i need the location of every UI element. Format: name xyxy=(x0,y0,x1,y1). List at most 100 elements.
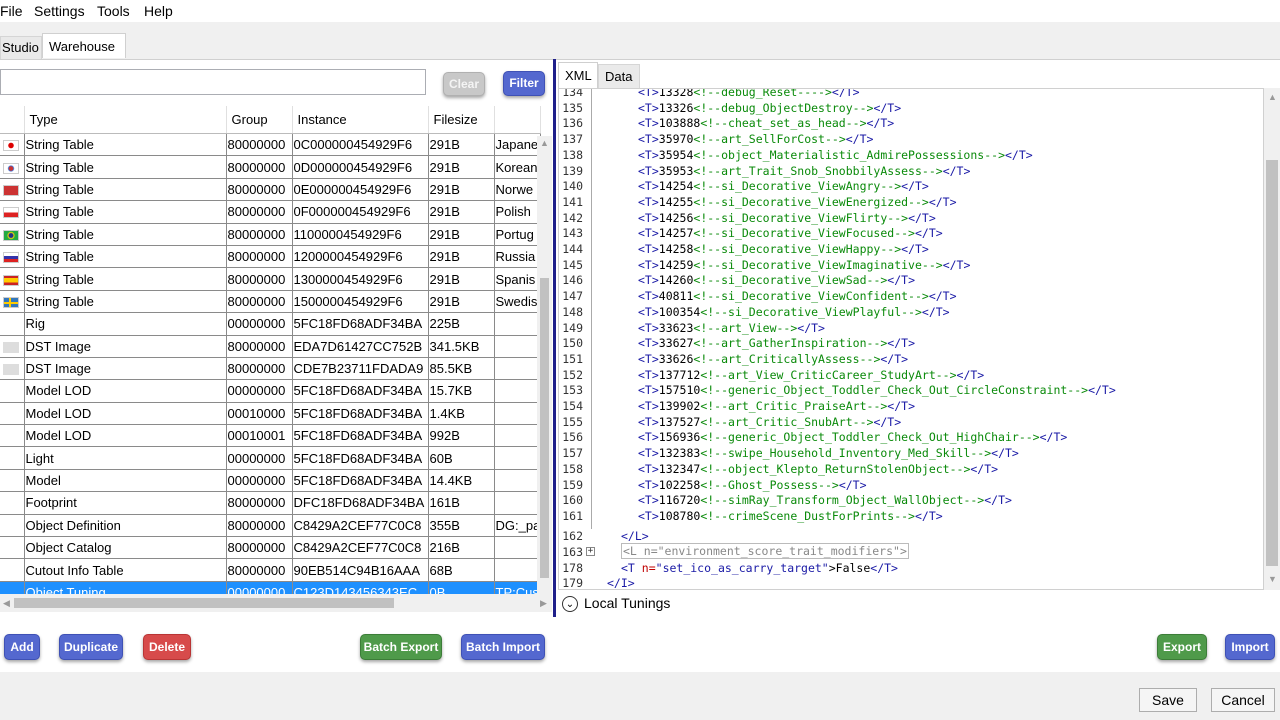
xml-tag: <T> xyxy=(638,461,659,476)
save-button[interactable]: Save xyxy=(1139,688,1197,712)
table-row[interactable]: Model LOD 00010001 5FC18FD68ADF34BA 992B xyxy=(0,424,541,448)
col-group-header[interactable]: Group xyxy=(226,106,293,134)
col-filesize-header[interactable]: Filesize xyxy=(428,106,495,134)
batch-import-button[interactable]: Batch Import xyxy=(461,634,545,660)
expand-icon[interactable]: + xyxy=(586,547,595,556)
import-button[interactable]: Import xyxy=(1225,634,1275,660)
table-row[interactable]: String Table 80000000 0C000000454929F6 291B… xyxy=(0,133,541,157)
col-extra-header[interactable] xyxy=(494,106,541,134)
duplicate-button[interactable]: Duplicate xyxy=(59,634,123,660)
code-line: <T>137527<!--art_Critic_SnubArt--></T> xyxy=(638,415,901,429)
table-row[interactable]: String Table 80000000 1500000454929F6 291B S… xyxy=(0,290,541,314)
resource-grid: Type Group Instance Filesize String Tabl… xyxy=(0,106,552,594)
col-instance-header[interactable]: Instance xyxy=(292,106,429,134)
xml-value: 108780 xyxy=(658,508,701,523)
scroll-thumb[interactable] xyxy=(540,278,549,578)
cell-instance: 1200000454929F6 xyxy=(292,245,429,269)
table-row[interactable]: Model 00000000 5FC18FD68ADF34BA 14.4KB xyxy=(0,469,541,493)
table-row[interactable]: Model LOD 00000000 5FC18FD68ADF34BA 15.7KB xyxy=(0,379,541,403)
scroll-up-icon[interactable]: ▲ xyxy=(1268,92,1277,102)
delete-button[interactable]: Delete xyxy=(143,634,191,660)
cell-type: String Table xyxy=(24,223,227,246)
cell-filesize: 68B xyxy=(428,558,495,582)
table-row[interactable]: Object Tuning 00000000 C123D143456343EC 0B T… xyxy=(0,581,541,594)
table-row[interactable]: String Table 80000000 0D000000454929F6 291B… xyxy=(0,155,541,179)
xml-value: 116720 xyxy=(658,493,701,508)
filter-button[interactable]: Filter xyxy=(503,71,545,96)
line-number: 149 xyxy=(562,320,583,335)
cell-type: String Table xyxy=(24,245,227,269)
batch-export-button[interactable]: Batch Export xyxy=(360,634,442,660)
cell-filesize: 291B xyxy=(428,200,495,224)
table-row[interactable]: Object Definition 80000000 C8429A2CEF77C0C… xyxy=(0,514,541,538)
xml-close-tag: </T> xyxy=(831,88,860,99)
row-icon-cell xyxy=(0,133,25,157)
menu-settings[interactable]: Settings xyxy=(34,3,85,19)
table-row[interactable]: String Table 80000000 0F000000454929F6 291B… xyxy=(0,200,541,224)
table-row[interactable]: String Table 80000000 1100000454929F6 291B P… xyxy=(0,223,541,246)
xml-close-tag: </T> xyxy=(845,132,874,147)
menu-tools[interactable]: Tools xyxy=(97,3,130,19)
xml-comment-close: --> xyxy=(984,147,1005,162)
export-button[interactable]: Export xyxy=(1157,634,1207,660)
table-row[interactable]: Rig 00000000 5FC18FD68ADF34BA 225B xyxy=(0,312,541,336)
code-line: <T>33623<!--art_View--></T> xyxy=(638,321,825,335)
tab-warehouse[interactable]: Warehouse xyxy=(42,33,126,58)
xml-close-tag: </T> xyxy=(984,493,1012,508)
table-row[interactable]: String Table 80000000 0E000000454929F6 291B… xyxy=(0,178,541,202)
menu-help[interactable]: Help xyxy=(144,3,173,19)
table-row[interactable]: Light 00000000 5FC18FD68ADF34BA 60B xyxy=(0,446,541,470)
table-row[interactable]: DST Image 80000000 EDA7D61427CC752B 341.5KB xyxy=(0,335,541,358)
cell-instance: 0E000000454929F6 xyxy=(292,178,429,202)
scroll-left-icon[interactable]: ◀ xyxy=(3,598,10,609)
xml-editor[interactable]: 134 <T>13328<!--debug_Reset----></T> 135 <T… xyxy=(558,88,1264,590)
xml-comment: si_Decorative_ViewPlayful xyxy=(728,304,902,319)
xml-tag: <T> xyxy=(638,351,659,366)
cell-filesize: 216B xyxy=(428,536,495,560)
xml-comment: art_GatherInspiration xyxy=(721,336,867,351)
cell-type: Rig xyxy=(24,312,227,336)
panel-splitter[interactable] xyxy=(553,59,556,617)
table-row[interactable]: Footprint 80000000 DFC18FD68ADF34BA 161B xyxy=(0,491,541,515)
editor-scroll-thumb[interactable] xyxy=(1266,160,1278,566)
xml-comment: debug_ObjectDestroy xyxy=(721,100,853,115)
table-row[interactable]: Object Catalog 80000000 C8429A2CEF77C0C8 21… xyxy=(0,536,541,560)
menu-file[interactable]: File xyxy=(0,3,23,19)
collapsed-node[interactable]: <L n="environment_score_trait_modifiers"… xyxy=(621,543,909,559)
cancel-button[interactable]: Cancel xyxy=(1211,688,1275,712)
xml-close-tag: </T> xyxy=(873,100,902,115)
code-line: <T>14256<!--si_Decorative_ViewFlirty--><… xyxy=(638,211,936,225)
table-row[interactable]: DST Image 80000000 CDE7B23711FDADA9 85.5KB xyxy=(0,357,541,381)
scroll-right-icon[interactable]: ▶ xyxy=(540,598,547,609)
table-row[interactable]: Model LOD 00010000 5FC18FD68ADF34BA 1.4KB xyxy=(0,402,541,426)
row-icon-cell xyxy=(0,536,25,560)
tab-xml[interactable]: XML xyxy=(558,62,598,88)
cell-type: Light xyxy=(24,446,227,470)
tab-studio[interactable]: Studio xyxy=(0,36,42,59)
table-row[interactable]: String Table 80000000 1300000454929F6 291B S… xyxy=(0,267,541,291)
cell-extra: TP:Cus xyxy=(494,581,541,594)
xml-close-tag: </T> xyxy=(956,367,985,382)
tab-data[interactable]: Data xyxy=(598,64,640,88)
cell-filesize: 1.4KB xyxy=(428,402,495,426)
scroll-down-icon[interactable]: ▼ xyxy=(1268,574,1277,584)
xml-comment: si_Decorative_ViewEnergized xyxy=(721,194,909,209)
clear-button[interactable]: Clear xyxy=(443,72,485,96)
scroll-up-icon[interactable]: ▲ xyxy=(540,138,549,148)
grid-horizontal-scrollbar[interactable]: ◀ ▶ xyxy=(0,594,552,612)
local-tunings-toggle[interactable]: ⌄ Local Tunings xyxy=(562,592,670,614)
editor-vertical-scrollbar[interactable]: ▲ ▼ xyxy=(1264,88,1280,590)
scroll-thumb-horizontal[interactable] xyxy=(14,598,394,608)
table-row[interactable]: Cutout Info Table 80000000 90EB514C94B16AA… xyxy=(0,558,541,582)
cell-type: Object Tuning xyxy=(24,581,227,594)
code-line: <T>139902<!--art_Critic_PraiseArt--></T> xyxy=(638,399,915,413)
add-button[interactable]: Add xyxy=(4,634,40,660)
search-input[interactable] xyxy=(0,69,426,95)
col-icon-header[interactable] xyxy=(0,106,25,134)
xml-value: 14255 xyxy=(658,194,694,209)
col-type-header[interactable]: Type xyxy=(24,106,227,134)
grid-vertical-scrollbar[interactable]: ▲ xyxy=(537,136,552,594)
xml-tag: <T> xyxy=(638,194,659,209)
line-number: 151 xyxy=(562,351,583,366)
table-row[interactable]: String Table 80000000 1200000454929F6 291B R… xyxy=(0,245,541,269)
